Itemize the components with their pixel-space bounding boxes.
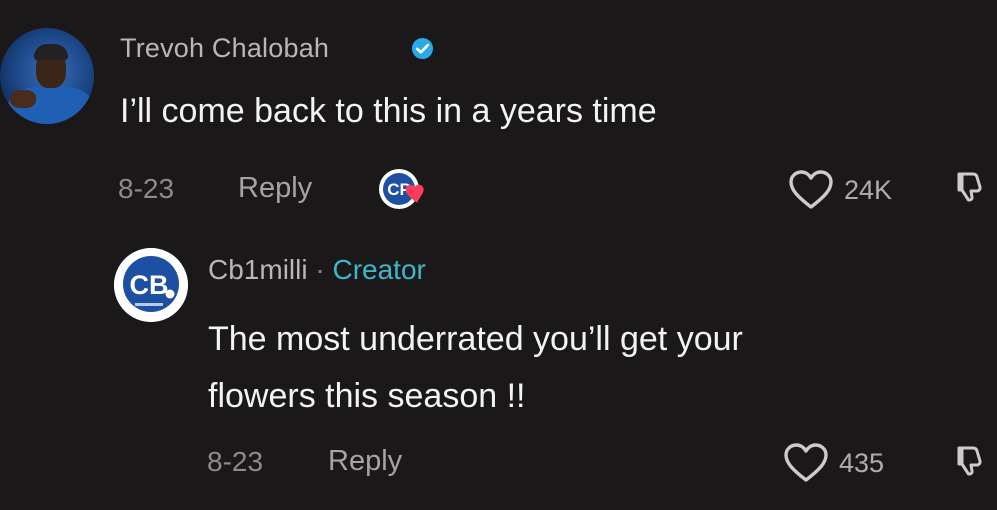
heart-outline-icon <box>784 443 828 482</box>
comment-text: I’ll come back to this in a years time <box>120 92 657 130</box>
creator-heart-icon: CP <box>379 169 424 209</box>
comment-reply-button[interactable]: Reply <box>238 172 312 205</box>
reply-reply-button[interactable]: Reply <box>328 445 402 478</box>
comment-thread: Trevoh Chalobah I’ll come back to this i… <box>0 0 997 510</box>
comment-like-count: 24K <box>844 174 893 205</box>
reply-author-name[interactable]: Cb1milli <box>208 254 308 285</box>
reply-date: 8-23 <box>207 446 264 477</box>
comment-author-name[interactable]: Trevoh Chalobah <box>120 33 329 64</box>
author-separator: · <box>315 254 325 285</box>
logo-text: CB <box>130 270 169 300</box>
comment-like-button[interactable]: 24K <box>788 170 892 210</box>
avatar-figure-hand <box>10 90 36 108</box>
verified-badge-icon <box>411 37 434 60</box>
reply-like-count: 435 <box>839 447 885 478</box>
reply-text-line-1: The most underrated you’ll get your <box>208 320 743 358</box>
thumbs-down-icon[interactable] <box>955 444 985 476</box>
avatar-figure-cap <box>34 44 68 60</box>
creator-badge: Creator <box>332 254 426 285</box>
creator-avatar-logo[interactable]: CB <box>114 248 188 322</box>
reply-text-line-2: flowers this season !! <box>208 377 526 415</box>
commenter-avatar[interactable] <box>0 28 94 124</box>
thumbs-down-icon[interactable] <box>955 170 985 202</box>
reply-text: The most underrated you’ll get your flow… <box>208 311 968 425</box>
heart-outline-icon <box>789 170 833 209</box>
comment-date: 8-23 <box>118 173 175 204</box>
reply-author-line: Cb1milli · Creator <box>208 254 426 286</box>
reply-like-button[interactable]: 435 <box>783 443 884 483</box>
